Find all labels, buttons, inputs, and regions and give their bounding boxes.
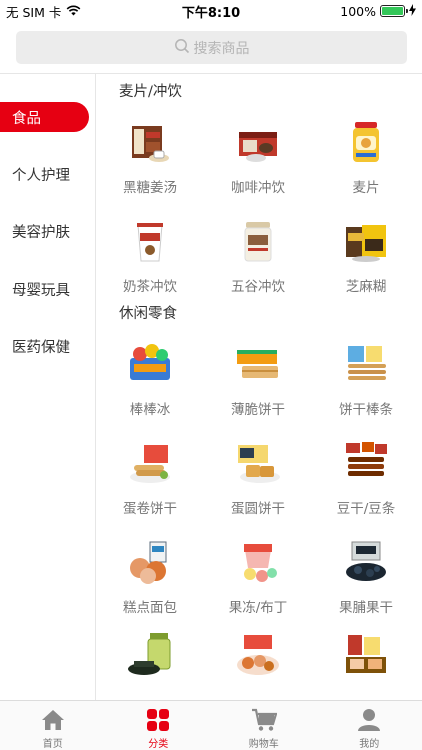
seaweed-jar-icon — [126, 631, 174, 679]
product-item[interactable]: 麦片 — [312, 118, 420, 218]
tab-label: 购物车 — [248, 739, 279, 750]
sidebar-item-label: 个人护理 — [12, 167, 70, 184]
carrier-text: 无 SIM 卡 — [6, 4, 62, 20]
product-item[interactable]: 果冻/布丁 — [204, 538, 312, 638]
dried-tofu-icon — [342, 439, 390, 487]
product-label: 果脯果干 — [339, 600, 393, 616]
status-bar: 无 SIM 卡 下午8:10 100% — [0, 0, 422, 22]
tab-home[interactable]: 首页 — [0, 701, 106, 750]
product-label: 薄脆饼干 — [231, 402, 285, 418]
product-item[interactable]: 咖啡冲饮 — [204, 118, 312, 218]
ginger-tea-box-icon — [126, 118, 174, 166]
cake-bar-icon — [342, 631, 390, 679]
product-item[interactable]: 薄脆饼干 — [204, 340, 312, 440]
waffle-biscuit-icon — [234, 439, 282, 487]
coffee-box-icon — [234, 118, 282, 166]
bread-icon — [126, 538, 174, 586]
product-label: 饼干棒条 — [339, 402, 393, 418]
dried-fruit-icon — [342, 538, 390, 586]
product-label: 奶茶冲饮 — [123, 279, 177, 295]
product-label: 蛋圆饼干 — [231, 501, 285, 517]
sidebar-item-label: 医药保健 — [12, 339, 70, 356]
crisp-biscuit-icon — [234, 340, 282, 388]
product-item[interactable]: 蛋圆饼干 — [204, 439, 312, 539]
section-title: 麦片/冲饮 — [119, 84, 182, 100]
product-label: 蛋卷饼干 — [123, 501, 177, 517]
biscuit-stick-icon — [342, 340, 390, 388]
product-item[interactable] — [204, 631, 312, 700]
product-label: 麦片 — [352, 180, 380, 196]
product-item[interactable]: 五谷冲饮 — [204, 217, 312, 317]
product-item[interactable]: 棒棒冰 — [96, 340, 204, 440]
sidebar-item-label: 母婴玩具 — [12, 282, 70, 299]
product-item[interactable]: 芝麻糊 — [312, 217, 420, 317]
battery-icon — [380, 5, 408, 17]
cookie-plate-icon — [234, 631, 282, 679]
tab-profile[interactable]: 我的 — [317, 701, 422, 750]
sidebar-item-food[interactable]: 食品 — [0, 102, 89, 132]
product-label: 黑糖姜汤 — [123, 180, 177, 196]
product-item[interactable]: 糕点面包 — [96, 538, 204, 638]
product-item[interactable]: 豆干/豆条 — [312, 439, 420, 539]
ice-pop-icon — [126, 340, 174, 388]
product-category-content: 麦片/冲饮 黑糖姜汤 咖啡冲饮 麦片 奶茶冲饮 五谷冲饮 芝麻糊 休闲零食 棒棒… — [96, 74, 422, 700]
sidebar-item-personal-care[interactable]: 个人护理 — [0, 159, 95, 189]
user-icon — [356, 707, 382, 733]
tab-label: 我的 — [359, 739, 380, 750]
wifi-icon — [66, 4, 81, 19]
tab-category[interactable]: 分类 — [106, 701, 212, 750]
cereal-jar-icon — [342, 118, 390, 166]
product-item[interactable]: 果脯果干 — [312, 538, 420, 638]
milk-tea-cup-icon — [126, 217, 174, 265]
product-label: 豆干/豆条 — [336, 501, 396, 517]
sidebar-item-label: 美容护肤 — [12, 224, 70, 241]
product-label: 糕点面包 — [123, 600, 177, 616]
battery-percent: 100% — [340, 3, 376, 19]
product-label: 棒棒冰 — [129, 402, 171, 418]
bottom-tab-bar: 首页 分类 购物车 我的 — [0, 700, 422, 750]
product-label: 芝麻糊 — [345, 279, 387, 295]
search-input[interactable]: 搜索商品 — [16, 31, 407, 64]
charging-bolt-icon — [409, 3, 416, 19]
jelly-icon — [234, 538, 282, 586]
search-icon — [174, 38, 190, 58]
sidebar-item-label: 食品 — [12, 110, 41, 127]
search-placeholder: 搜索商品 — [193, 40, 250, 57]
product-item[interactable] — [96, 631, 204, 700]
product-label: 咖啡冲饮 — [231, 180, 285, 196]
product-label: 果冻/布丁 — [228, 600, 288, 616]
sidebar-item-baby-toys[interactable]: 母婴玩具 — [0, 274, 95, 304]
sidebar-item-health[interactable]: 医药保健 — [0, 331, 95, 361]
product-item[interactable] — [312, 631, 420, 700]
tab-label: 首页 — [42, 739, 63, 750]
category-sidebar: 食品 个人护理 美容护肤 母婴玩具 医药保健 — [0, 74, 96, 700]
egg-roll-icon — [126, 439, 174, 487]
product-item[interactable]: 饼干棒条 — [312, 340, 420, 440]
status-right: 100% — [340, 3, 416, 19]
product-item[interactable]: 蛋卷饼干 — [96, 439, 204, 539]
product-label: 五谷冲饮 — [231, 279, 285, 295]
category-grid-icon — [145, 707, 171, 733]
cart-icon — [251, 707, 277, 733]
sesame-paste-icon — [342, 217, 390, 265]
tab-label: 分类 — [148, 739, 169, 750]
battery-fill — [382, 7, 403, 15]
grain-jar-icon — [234, 217, 282, 265]
sidebar-item-skincare[interactable]: 美容护肤 — [0, 216, 95, 246]
section-title: 休闲零食 — [119, 306, 177, 322]
tab-cart[interactable]: 购物车 — [211, 701, 317, 750]
status-left: 无 SIM 卡 — [6, 2, 81, 21]
product-item[interactable]: 黑糖姜汤 — [96, 118, 204, 218]
home-icon — [40, 707, 66, 733]
